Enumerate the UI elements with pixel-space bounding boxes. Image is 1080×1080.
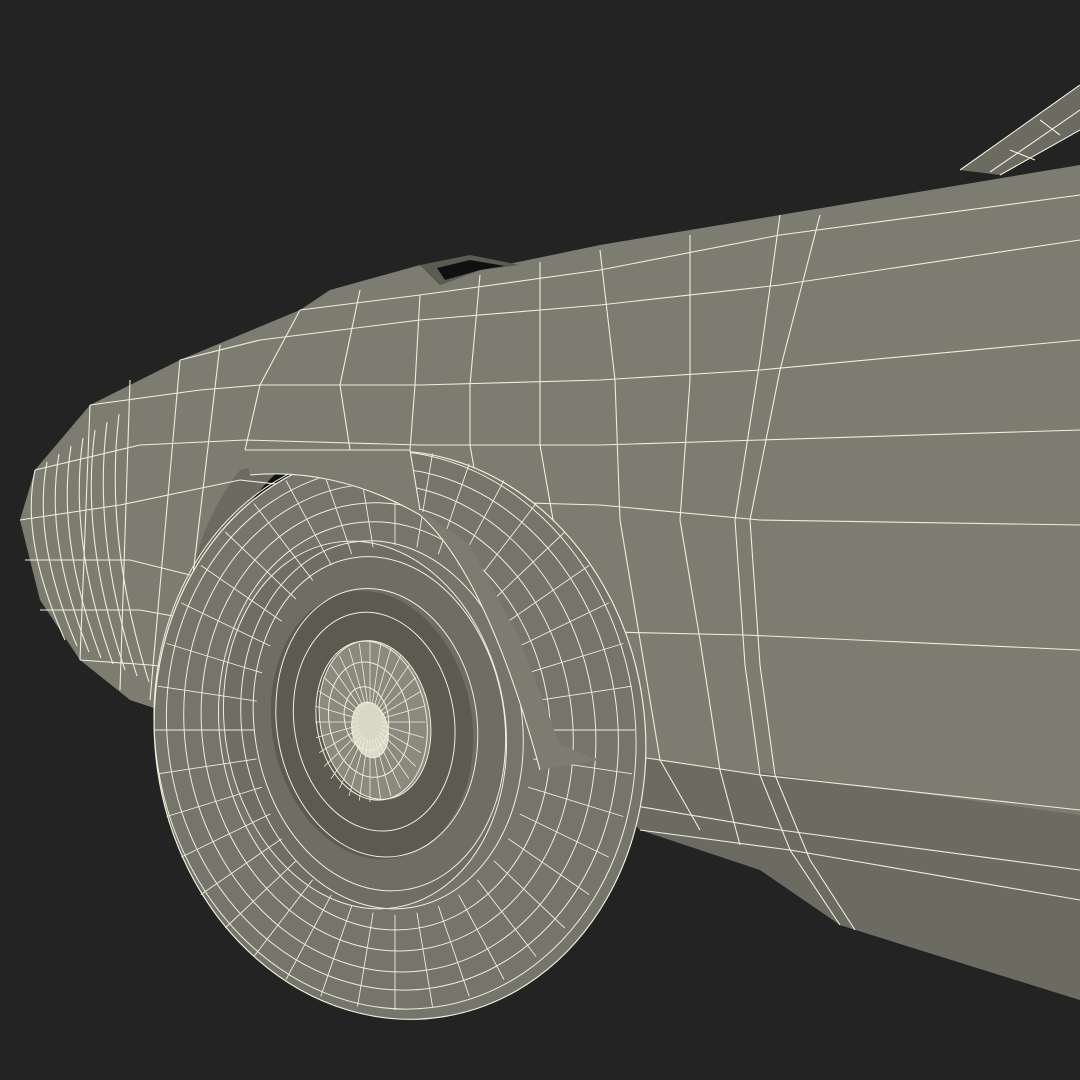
windshield-edge: [959, 84, 1080, 176]
render-viewport: [0, 0, 1080, 1080]
wireframe-render: [19, 84, 1080, 1020]
